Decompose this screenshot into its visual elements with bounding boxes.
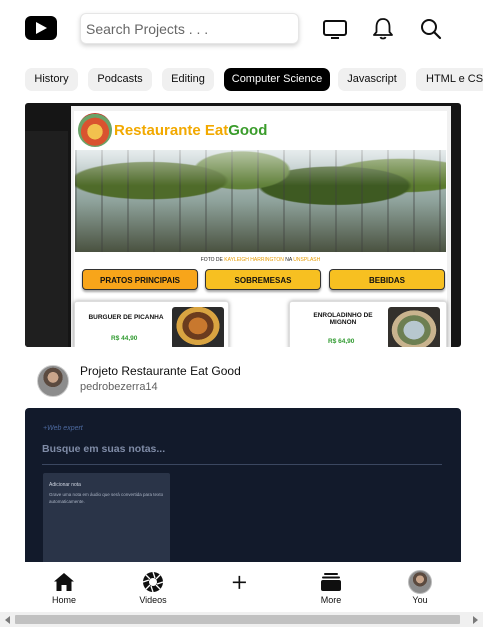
youtube-logo-icon[interactable] [25, 16, 57, 40]
chip-podcasts[interactable]: Podcasts [88, 68, 152, 91]
tv-icon[interactable] [322, 16, 348, 42]
site-title-good: Good [228, 122, 268, 139]
channel-avatar[interactable] [37, 365, 69, 397]
card-name: BURGUER DE PICANHA [88, 314, 164, 321]
burger-image [172, 307, 224, 347]
video-title[interactable]: Projeto Restaurante Eat Good [80, 364, 241, 378]
scroll-left-icon[interactable] [5, 616, 10, 624]
app-page: History Podcasts Editing Computer Scienc… [0, 0, 483, 627]
add-note-title: Adicionar nota [49, 482, 81, 488]
menu-card: ENROLADINHO DE MIGNON R$ 64,90 [289, 301, 447, 347]
play-icon [36, 22, 47, 34]
site-btn-sobremesas: SOBREMESAS [205, 269, 321, 290]
credit-author: KAYLEIGH HARRINGTON [224, 257, 284, 263]
scroll-right-icon[interactable] [473, 616, 478, 624]
aperture-icon [142, 571, 164, 593]
thumbnail-side-panel [25, 131, 68, 347]
nav-videos-label: Videos [139, 595, 167, 605]
video-thumbnail-2[interactable]: +Web expert Busque em suas notas... Adic… [25, 408, 461, 568]
chip-editing[interactable]: Editing [162, 68, 214, 91]
add-note-card: Adicionar nota Grave uma nota em áudio q… [43, 473, 170, 568]
credit-mid: NA [285, 257, 292, 263]
menu-card: BURGUER DE PICANHA R$ 44,90 [74, 301, 229, 347]
scrollbar-thumb[interactable] [15, 615, 460, 624]
credit-site: UNSPLASH [293, 257, 321, 263]
restaurant-logo-icon [78, 113, 112, 147]
top-header [0, 0, 483, 58]
website-screenshot: Restaurante EatGood FOTO DE KAYLEIGH HAR… [71, 106, 451, 347]
nav-more-label: More [320, 595, 342, 605]
divider [42, 464, 442, 465]
search-input[interactable] [80, 13, 299, 44]
website-page: Restaurante EatGood FOTO DE KAYLEIGH HAR… [74, 111, 447, 347]
card-price: R$ 44,90 [111, 335, 138, 342]
credit-prefix: FOTO DE [200, 257, 223, 263]
bottom-navigation: Home Videos More You [0, 562, 483, 612]
notes-app-brand: +Web expert [43, 425, 83, 432]
add-note-text: Grave uma nota em áudio que será convert… [49, 492, 164, 504]
chip-html-e-css[interactable]: HTML e CSS [416, 68, 483, 91]
hero-image [75, 150, 446, 252]
site-title-eat: Restaurante Eat [114, 122, 229, 139]
nav-home[interactable]: Home [34, 562, 94, 612]
chip-history[interactable]: History [25, 68, 78, 91]
search-icon[interactable] [418, 16, 444, 42]
stack-icon [321, 573, 341, 591]
avatar [408, 570, 432, 594]
horizontal-scrollbar[interactable] [0, 612, 483, 627]
nav-home-label: Home [51, 595, 76, 605]
nav-you-label: You [412, 595, 428, 605]
channel-name[interactable]: pedrobezerra14 [80, 381, 158, 393]
notes-search-placeholder: Busque em suas notas... [42, 443, 166, 455]
chip-javascript[interactable]: Javascript [338, 68, 406, 91]
chip-computer-science[interactable]: Computer Science [224, 68, 330, 91]
card-price: R$ 64,90 [328, 338, 355, 345]
nav-create[interactable] [211, 562, 271, 612]
nav-more[interactable]: More [301, 562, 361, 612]
card-name: ENROLADINHO DE MIGNON [313, 312, 373, 327]
site-btn-pratos: PRATOS PRINCIPAIS [82, 269, 198, 290]
video-thumbnail-1[interactable]: Restaurante EatGood FOTO DE KAYLEIGH HAR… [25, 103, 461, 347]
site-title: Restaurante EatGood [114, 122, 267, 139]
plus-icon [232, 575, 246, 589]
bell-icon[interactable] [370, 16, 396, 42]
photo-credit: FOTO DE KAYLEIGH HARRINGTON NA UNSPLASH [74, 257, 447, 263]
nav-videos[interactable]: Videos [123, 562, 183, 612]
home-icon [54, 573, 74, 591]
mignon-image [388, 307, 440, 347]
site-btn-bebidas: BEBIDAS [329, 269, 445, 290]
nav-you[interactable]: You [390, 562, 450, 612]
